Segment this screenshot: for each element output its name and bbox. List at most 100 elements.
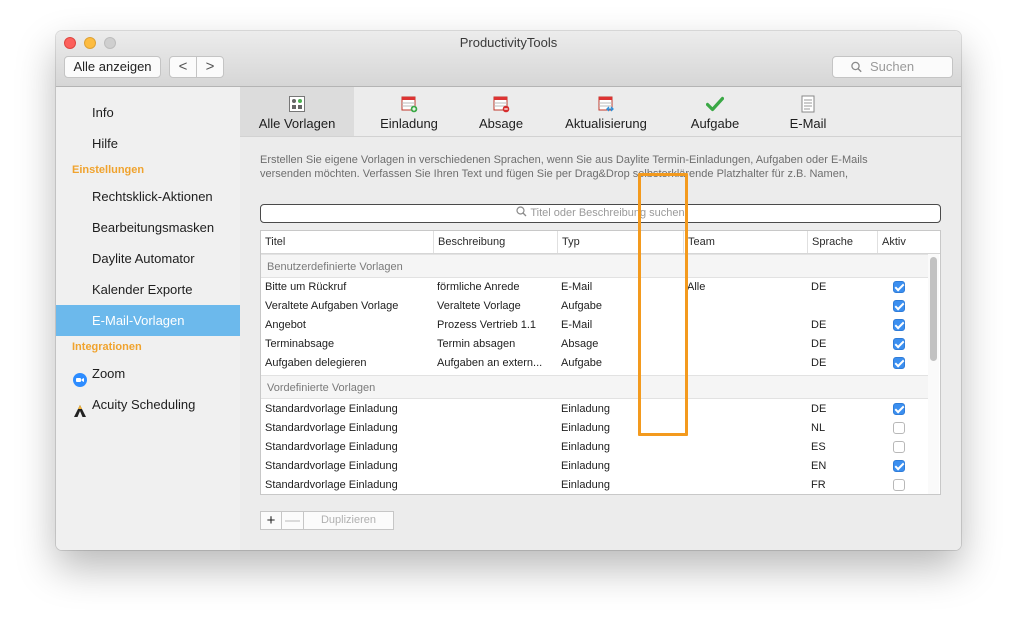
tab-task[interactable]: Aufgabe [672, 87, 758, 136]
column-header-language[interactable]: Sprache [807, 231, 877, 253]
tab-update[interactable]: Aktualisierung [550, 87, 662, 136]
table-row[interactable]: Standardvorlage Einladung Einladung FR [261, 476, 929, 494]
cell-team [687, 457, 802, 476]
cell-language: FR [811, 479, 826, 491]
content-area: Erstellen Sie eigene Vorlagen in verschi… [240, 137, 961, 550]
tab-label: Alle Vorlagen [258, 116, 336, 131]
tab-email[interactable]: E-Mail [768, 87, 848, 136]
add-template-button[interactable]: + [260, 511, 282, 530]
sidebar-item-label: Rechtsklick-Aktionen [92, 189, 213, 204]
sidebar-item-daylite-automator[interactable]: Daylite Automator [56, 243, 240, 274]
table-actions: + — Duplizieren [260, 511, 394, 530]
window-title: ProductivityTools [459, 35, 558, 50]
sidebar-item-label: Info [92, 105, 114, 120]
table-row[interactable]: Aufgaben delegieren Aufgaben an extern...… [261, 354, 929, 373]
tab-cancellation[interactable]: Absage [462, 87, 540, 136]
sidebar-item-acuity-scheduling[interactable]: Acuity Scheduling [56, 389, 240, 420]
cell-type: Einladung [561, 460, 610, 472]
back-button[interactable]: < [170, 57, 197, 77]
sidebar-item-info[interactable]: Info [56, 97, 240, 128]
cell-type: Einladung [561, 403, 610, 415]
templates-table: Titel Beschreibung Typ Team Sprache Akti… [260, 230, 941, 495]
cell-title: Standardvorlage Einladung [265, 422, 398, 434]
sidebar-item-calendar-exports[interactable]: Kalender Exporte [56, 274, 240, 305]
table-scrollbar[interactable] [928, 254, 939, 494]
main-panel: Alle Vorlagen Einladung Absage Aktualisi… [240, 87, 961, 550]
column-header-team[interactable]: Team [683, 231, 807, 253]
table-row[interactable]: Angebot Prozess Vertrieb 1.1 E-Mail DE [261, 316, 929, 335]
active-checkbox[interactable] [893, 338, 905, 350]
sidebar-item-label: Bearbeitungsmasken [92, 220, 215, 235]
cell-type: Einladung [561, 422, 610, 434]
task-checkmark-icon [705, 95, 725, 113]
sidebar-item-label: Daylite Automator [92, 251, 195, 266]
sidebar-item-label: Zoom [92, 366, 126, 381]
active-checkbox[interactable] [893, 281, 905, 293]
cell-description: Prozess Vertrieb 1.1 [437, 319, 537, 331]
cell-language: DE [811, 281, 827, 293]
cell-description [437, 400, 555, 419]
cell-team [687, 419, 802, 438]
cell-language: DE [811, 319, 827, 331]
active-checkbox[interactable] [893, 479, 905, 491]
search-icon [516, 206, 527, 217]
sidebar-item-label: E-Mail-Vorlagen [92, 313, 185, 328]
cell-language: EN [811, 460, 827, 472]
table-row[interactable]: Standardvorlage Einladung Einladung EN [261, 457, 929, 476]
cell-description: Veraltete Vorlage [437, 300, 521, 312]
sidebar-item-zoom[interactable]: Zoom [56, 358, 240, 389]
cell-type: Einladung [561, 441, 610, 453]
table-row[interactable]: Standardvorlage Einladung Einladung ES [261, 438, 929, 457]
active-checkbox[interactable] [893, 319, 905, 331]
sidebar-item-email-templates[interactable]: E-Mail-Vorlagen [56, 305, 240, 336]
forward-button[interactable]: > [197, 57, 223, 77]
active-checkbox[interactable] [893, 357, 905, 369]
cell-description: Aufgaben an extern... [437, 357, 543, 369]
template-filter-input[interactable]: Titel oder Beschreibung suchen [260, 204, 941, 223]
tab-all-templates[interactable]: Alle Vorlagen [240, 87, 354, 136]
show-all-button[interactable]: Alle anzeigen [64, 56, 161, 78]
all-templates-icon [288, 95, 306, 113]
cell-title: Standardvorlage Einladung [265, 460, 398, 472]
active-checkbox[interactable] [893, 422, 905, 434]
cell-description [437, 438, 555, 457]
table-row[interactable]: Standardvorlage Einladung Einladung NL [261, 419, 929, 438]
active-checkbox[interactable] [893, 300, 905, 312]
app-window: ProductivityTools Alle anzeigen < > Such… [56, 31, 961, 550]
cell-title: Standardvorlage Einladung [265, 479, 398, 491]
tab-label: E-Mail [789, 116, 827, 131]
cell-title: Bitte um Rückruf [265, 281, 347, 293]
column-header-title[interactable]: Titel [261, 231, 433, 253]
sidebar-item-right-click-actions[interactable]: Rechtsklick-Aktionen [56, 181, 240, 212]
table-row[interactable]: Terminabsage Termin absagen Absage DE [261, 335, 929, 354]
column-header-description[interactable]: Beschreibung [433, 231, 557, 253]
active-checkbox[interactable] [893, 460, 905, 472]
column-header-active[interactable]: Aktiv [877, 231, 929, 253]
title-bar: ProductivityTools Alle anzeigen < > Such… [56, 31, 961, 87]
cell-description: förmliche Anrede [437, 281, 520, 293]
description-line: Erstellen Sie eigene Vorlagen in verschi… [260, 154, 868, 166]
table-row[interactable]: Veraltete Aufgaben Vorlage Veraltete Vorl… [261, 297, 929, 316]
description-text: Erstellen Sie eigene Vorlagen in verschi… [260, 153, 940, 181]
sidebar-item-help[interactable]: Hilfe [56, 128, 240, 159]
scrollbar-thumb[interactable] [930, 257, 937, 361]
cell-language: DE [811, 403, 827, 415]
active-checkbox[interactable] [893, 403, 905, 415]
search-input[interactable]: Suchen [832, 56, 953, 78]
sidebar-section-integrations: Integrationen [72, 341, 142, 353]
sidebar-item-edit-masks[interactable]: Bearbeitungsmasken [56, 212, 240, 243]
active-checkbox[interactable] [893, 441, 905, 453]
sidebar-item-label: Acuity Scheduling [92, 397, 196, 412]
table-row[interactable]: Standardvorlage Einladung Einladung DE [261, 400, 929, 419]
cell-type: Aufgabe [561, 300, 602, 312]
cell-team [687, 335, 802, 354]
duplicate-template-button[interactable]: Duplizieren [304, 511, 394, 530]
update-icon [597, 95, 615, 113]
cell-language: DE [811, 357, 827, 369]
cell-type: E-Mail [561, 281, 593, 293]
remove-template-button[interactable]: — [282, 511, 304, 530]
tab-invitation[interactable]: Einladung [364, 87, 454, 136]
column-header-type[interactable]: Typ [557, 231, 683, 253]
table-row[interactable]: Bitte um Rückruf förmliche Anrede E-Mail Al… [261, 278, 929, 297]
table-header: Titel Beschreibung Typ Team Sprache Akti… [261, 231, 940, 254]
